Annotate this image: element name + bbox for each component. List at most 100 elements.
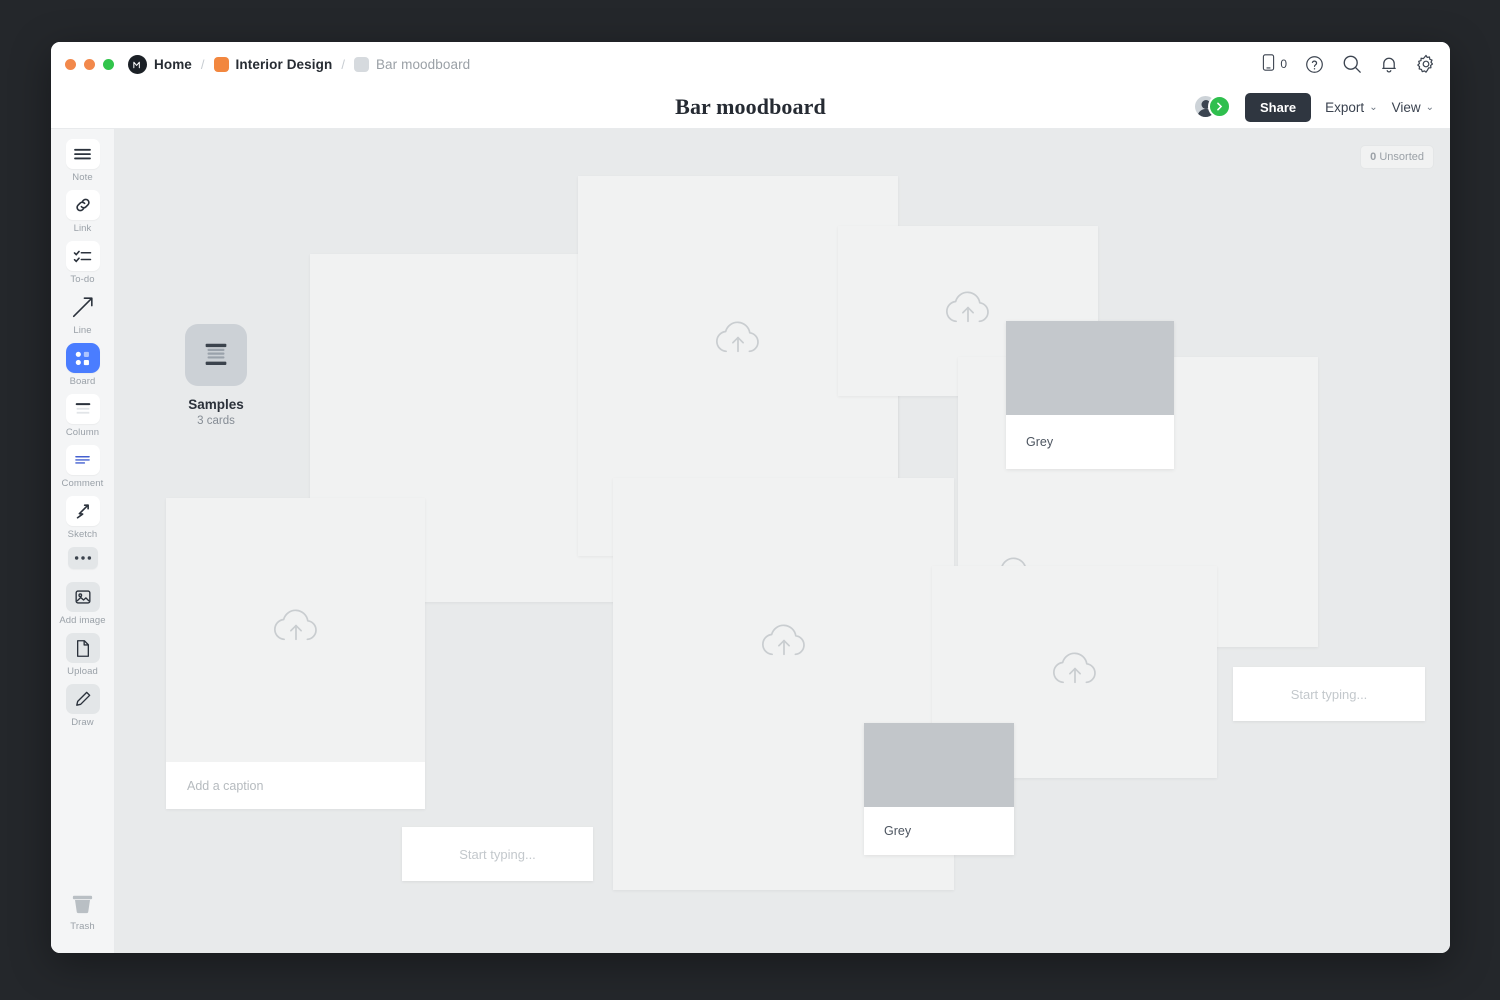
mobile-icon xyxy=(1262,54,1275,74)
board-folder-samples[interactable]: Samples 3 cards xyxy=(185,324,247,427)
device-count-label: 0 xyxy=(1280,57,1287,71)
breadcrumb-label-home: Home xyxy=(154,56,192,72)
sidebar-tool-label: Note xyxy=(72,172,93,183)
view-menu-button[interactable]: View ⌄ xyxy=(1392,100,1434,115)
unsorted-badge[interactable]: 0 Unsorted xyxy=(1360,145,1434,169)
header-actions: Share Export ⌄ View ⌄ xyxy=(1193,86,1434,128)
add-image-icon xyxy=(65,582,100,612)
sidebar-tool-board[interactable]: Board xyxy=(55,343,111,387)
image-placeholder-card-with-caption[interactable]: Add a caption xyxy=(166,498,425,809)
sidebar-tool-add-image[interactable]: Add image xyxy=(55,582,111,626)
sidebar-tool-upload[interactable]: Upload xyxy=(55,633,111,677)
sidebar-tool-line[interactable]: Line xyxy=(55,292,111,336)
sidebar-trash[interactable]: Trash xyxy=(55,888,111,932)
breadcrumb-separator: / xyxy=(341,56,345,72)
breadcrumb-item-interior-design[interactable]: Interior Design xyxy=(213,56,333,72)
settings-icon[interactable] xyxy=(1416,54,1436,74)
sidebar-tool-column[interactable]: Column xyxy=(55,394,111,438)
upload-cloud-icon xyxy=(713,320,763,363)
sidebar-trash-label: Trash xyxy=(70,921,95,932)
note-placeholder: Start typing... xyxy=(1290,686,1368,702)
notifications-icon[interactable] xyxy=(1380,55,1398,74)
samples-stack-icon xyxy=(185,324,247,386)
swatch-label: Grey xyxy=(884,824,912,838)
draw-pencil-icon xyxy=(65,684,100,714)
mobile-device-button[interactable]: 0 xyxy=(1262,54,1287,74)
note-icon xyxy=(65,139,100,169)
more-dots-icon xyxy=(67,547,98,569)
titlebar: Home / Interior Design / Bar moodboard 0 xyxy=(51,42,1450,86)
line-arrow-icon xyxy=(66,292,100,322)
sidebar-tool-todo[interactable]: To-do xyxy=(55,241,111,285)
board-canvas[interactable]: 0 Unsorted Add a caption Grey Grey Start… xyxy=(115,129,1450,953)
comment-icon xyxy=(65,445,100,475)
help-icon[interactable] xyxy=(1305,55,1324,74)
sidebar-tool-note[interactable]: Note xyxy=(55,139,111,183)
column-icon xyxy=(65,394,100,424)
folder-card-count: 3 cards xyxy=(197,415,235,427)
page-title: Bar moodboard xyxy=(675,94,826,119)
window-traffic-lights[interactable] xyxy=(65,58,114,70)
chevron-down-icon: ⌄ xyxy=(1425,101,1434,113)
sidebar-tool-label: Upload xyxy=(67,666,98,677)
swatch-label: Grey xyxy=(1026,435,1054,449)
sidebar-tool-more[interactable] xyxy=(55,547,111,569)
sidebar-tool-label: Comment xyxy=(61,478,104,489)
breadcrumb-separator: / xyxy=(200,56,205,72)
grey-square-icon xyxy=(353,56,369,72)
upload-cloud-icon xyxy=(271,607,321,650)
sidebar-tool-link[interactable]: Link xyxy=(55,190,111,234)
sidebar-tool-label: To-do xyxy=(70,274,95,285)
orange-square-icon xyxy=(213,56,229,72)
note-card[interactable]: Start typing... xyxy=(402,827,593,881)
share-button[interactable]: Share xyxy=(1245,92,1312,122)
breadcrumb: Home / Interior Design / Bar moodboard xyxy=(128,54,471,74)
trash-icon xyxy=(66,888,100,918)
upload-cloud-icon xyxy=(943,290,993,333)
todo-icon xyxy=(65,241,100,271)
upload-cloud-icon xyxy=(1050,651,1100,694)
sidebar-tool-label: Add image xyxy=(59,615,106,626)
sidebar-tool-label: Column xyxy=(65,427,100,438)
breadcrumb-item-bar-moodboard[interactable]: Bar moodboard xyxy=(353,56,471,72)
view-label: View xyxy=(1391,99,1421,115)
note-card[interactable]: Start typing... xyxy=(1233,667,1425,721)
sidebar-tool-label: Board xyxy=(69,376,96,387)
upload-cloud-icon xyxy=(759,623,809,666)
sidebar-tool-label: Draw xyxy=(71,717,94,728)
maximize-window-button[interactable] xyxy=(103,58,114,70)
sketch-icon xyxy=(65,496,100,526)
close-window-button[interactable] xyxy=(65,58,76,70)
sidebar-tool-label: Line xyxy=(73,325,92,336)
link-icon xyxy=(65,190,100,220)
app-window: Home / Interior Design / Bar moodboard 0… xyxy=(51,42,1450,953)
presence-indicator-icon[interactable] xyxy=(1208,95,1232,118)
app-body: Note Link To-do Line Board Column Commen… xyxy=(51,129,1450,953)
unsorted-count: 0 xyxy=(1370,151,1377,163)
breadcrumb-label-interior-design: Interior Design xyxy=(235,56,333,72)
note-placeholder: Start typing... xyxy=(459,846,536,862)
unsorted-label: Unsorted xyxy=(1379,151,1424,163)
breadcrumb-item-home[interactable]: Home xyxy=(128,54,192,74)
sidebar-tool-sketch[interactable]: Sketch xyxy=(55,496,111,540)
collaborator-avatars[interactable] xyxy=(1193,94,1232,120)
caption-input[interactable]: Add a caption xyxy=(166,762,425,809)
milanote-logo-icon xyxy=(128,54,147,74)
color-swatch xyxy=(864,723,1014,807)
search-icon[interactable] xyxy=(1342,54,1362,74)
swatch-card-grey-bottom[interactable]: Grey xyxy=(864,723,1014,855)
header-bar: Bar moodboard Share Export ⌄ View ⌄ xyxy=(51,86,1450,129)
chevron-down-icon: ⌄ xyxy=(1369,101,1378,113)
tool-sidebar: Note Link To-do Line Board Column Commen… xyxy=(51,129,115,953)
export-menu-button[interactable]: Export ⌄ xyxy=(1325,100,1377,115)
upload-file-icon xyxy=(65,633,100,663)
sidebar-tool-draw[interactable]: Draw xyxy=(55,684,111,728)
sidebar-tool-label: Sketch xyxy=(67,529,98,540)
folder-name: Samples xyxy=(188,397,244,412)
minimize-window-button[interactable] xyxy=(84,58,95,70)
sidebar-tool-comment[interactable]: Comment xyxy=(55,445,111,489)
titlebar-actions: 0 xyxy=(1262,54,1436,74)
swatch-card-grey-top[interactable]: Grey xyxy=(1006,321,1174,469)
breadcrumb-label-bar-moodboard: Bar moodboard xyxy=(375,56,471,72)
board-icon xyxy=(65,343,100,373)
